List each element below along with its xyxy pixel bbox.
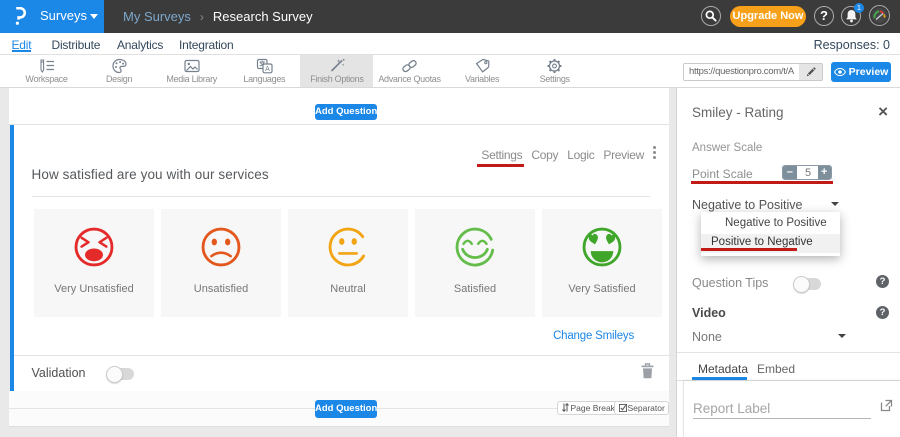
svg-text:A: A — [265, 66, 270, 73]
